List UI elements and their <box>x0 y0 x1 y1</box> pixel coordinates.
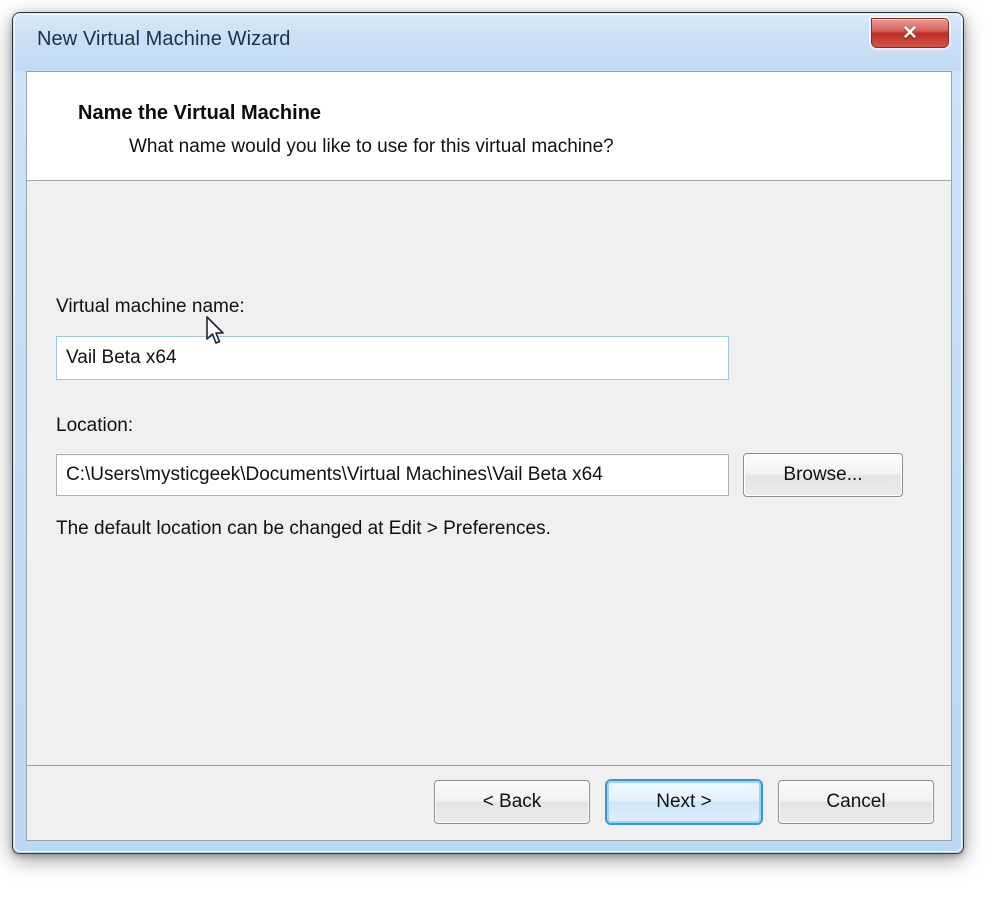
dialog-client-area: Name the Virtual Machine What name would… <box>26 71 952 841</box>
title-bar: New Virtual Machine Wizard ✕ <box>13 13 963 71</box>
cancel-button-label: Cancel <box>826 791 886 812</box>
dialog-footer: < Back Next > Cancel <box>27 766 951 840</box>
page-title: Name the Virtual Machine <box>78 102 322 124</box>
wizard-window: New Virtual Machine Wizard ✕ Name the Vi… <box>12 12 964 854</box>
location-label: Location: <box>56 415 134 436</box>
window-title: New Virtual Machine Wizard <box>37 28 291 50</box>
wizard-body: Virtual machine name: Location: Browse..… <box>27 182 951 766</box>
close-icon: ✕ <box>902 22 918 44</box>
cancel-button[interactable]: Cancel <box>778 780 934 824</box>
next-button[interactable]: Next > <box>606 780 762 824</box>
default-location-hint: The default location can be changed at E… <box>56 518 551 539</box>
vm-name-label: Virtual machine name: <box>56 296 245 317</box>
next-button-label: Next > <box>656 791 712 812</box>
location-input[interactable] <box>56 454 729 496</box>
page-subtitle: What name would you like to use for this… <box>129 136 614 157</box>
close-button[interactable]: ✕ <box>871 18 949 48</box>
back-button[interactable]: < Back <box>434 780 590 824</box>
browse-button[interactable]: Browse... <box>743 453 903 497</box>
vm-name-input[interactable] <box>56 336 729 380</box>
back-button-label: < Back <box>482 791 542 812</box>
browse-button-label: Browse... <box>783 464 863 485</box>
wizard-header: Name the Virtual Machine What name would… <box>27 72 951 181</box>
